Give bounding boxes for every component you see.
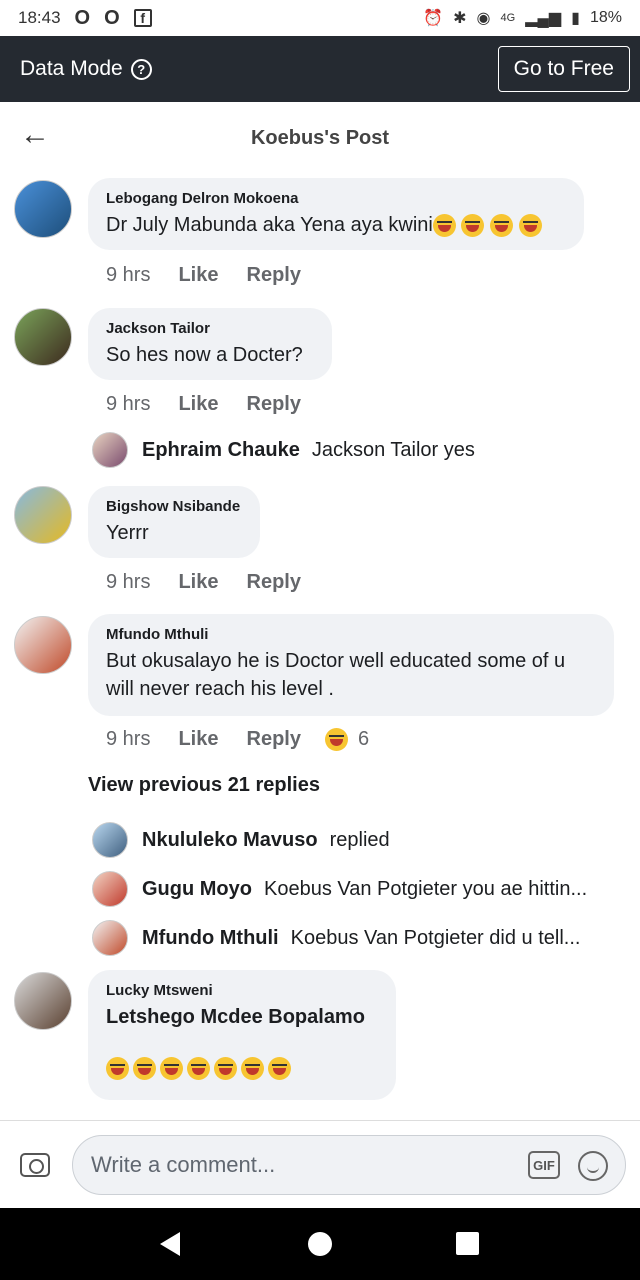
- smile-emoji-icon: [214, 1057, 237, 1080]
- like-button[interactable]: Like: [178, 728, 218, 751]
- reply-button[interactable]: Reply: [247, 393, 301, 416]
- comment-time: 9 hrs: [106, 728, 151, 750]
- alarm-icon: ⏰: [423, 10, 444, 27]
- reply-preview[interactable]: Nkululeko Mavuso replied: [92, 822, 390, 858]
- reply-preview[interactable]: Ephraim Chauke Jackson Tailor yes: [92, 432, 475, 468]
- comment-bubble[interactable]: Bigshow Nsibande Yerrr: [88, 486, 260, 558]
- reaction-summary[interactable]: 6: [324, 728, 370, 751]
- comment-actions: 9 hrs Like Reply: [106, 264, 301, 287]
- reply-text: Koebus Van Potgieter did u tell...: [290, 926, 581, 949]
- reply-preview[interactable]: Gugu Moyo Koebus Van Potgieter you ae hi…: [92, 871, 587, 907]
- reply-button[interactable]: Reply: [247, 264, 301, 287]
- like-button[interactable]: Like: [178, 264, 218, 287]
- nav-recents-icon[interactable]: [456, 1232, 479, 1255]
- joy-emoji-icon: [241, 1057, 264, 1080]
- gif-button[interactable]: GIF: [528, 1151, 560, 1179]
- joy-emoji-icon: [106, 1057, 129, 1080]
- battery-icon: ▮: [571, 10, 580, 27]
- status-bar: 18:43 O O f ⏰ ✱ ◉ 4G ▂▄▆ ▮ 18%: [0, 0, 640, 36]
- comment-time: 9 hrs: [106, 571, 151, 593]
- joy-emoji-icon: [518, 214, 542, 238]
- opera-o-icon: O: [74, 6, 91, 29]
- camera-icon[interactable]: [20, 1153, 50, 1177]
- comment-text: But okusalayo he is Doctor well educated…: [106, 650, 566, 700]
- nav-home-icon[interactable]: [308, 1232, 332, 1256]
- help-icon[interactable]: ?: [130, 58, 152, 80]
- rofl-emoji-icon: [160, 1057, 183, 1080]
- reply-preview[interactable]: Mfundo Mthuli Koebus Van Potgieter did u…: [92, 920, 580, 956]
- comment-author[interactable]: Lucky Mtsweni: [106, 982, 378, 999]
- avatar[interactable]: [14, 972, 72, 1030]
- data-mode-label: Data Mode: [20, 57, 123, 80]
- comment-author[interactable]: Lebogang Delron Mokoena: [106, 190, 566, 207]
- view-previous-replies-link[interactable]: View previous 21 replies: [88, 774, 320, 797]
- back-arrow-icon[interactable]: ←: [20, 118, 50, 152]
- bluetooth-icon: ✱: [453, 10, 467, 27]
- avatar[interactable]: [14, 616, 72, 674]
- reply-text: Koebus Van Potgieter you ae hittin...: [263, 877, 588, 900]
- reply-text: Jackson Tailor yes: [311, 438, 475, 461]
- comment-text: Dr July Mabunda aka Yena aya kwini: [106, 211, 566, 239]
- joy-emoji-icon: [133, 1057, 156, 1080]
- joy-emoji-icon: [268, 1057, 291, 1080]
- comment-composer: Write a comment... GIF: [0, 1120, 640, 1208]
- emoji-icon[interactable]: [578, 1151, 608, 1181]
- joy-emoji-icon: [490, 214, 513, 238]
- reply-author[interactable]: Ephraim Chauke: [142, 439, 300, 462]
- reply-button[interactable]: Reply: [247, 728, 301, 751]
- facebook-icon: f: [133, 9, 152, 27]
- comment-actions: 9 hrs Like Reply: [106, 571, 301, 594]
- comment-actions: 9 hrs Like Reply 6: [106, 728, 369, 751]
- comment-bubble[interactable]: Lucky Mtsweni Letshego Mcdee Bopalamo: [88, 970, 396, 1100]
- avatar[interactable]: [92, 822, 128, 858]
- avatar[interactable]: [92, 920, 128, 956]
- haha-reaction-icon: [324, 728, 348, 751]
- data-mode-bar: Data Mode ? Go to Free: [0, 36, 640, 102]
- emoji-row: [106, 1057, 378, 1080]
- like-button[interactable]: Like: [178, 571, 218, 594]
- comment-time: 9 hrs: [106, 393, 151, 415]
- rofl-emoji-icon: [187, 1057, 210, 1080]
- reply-author[interactable]: Gugu Moyo: [142, 878, 252, 901]
- network-type: 4G: [500, 12, 516, 24]
- nav-back-icon[interactable]: [160, 1232, 180, 1256]
- reaction-count: 6: [357, 728, 370, 750]
- page-title: Koebus's Post: [250, 126, 390, 149]
- hotspot-icon: ◉: [476, 10, 491, 27]
- joy-emoji-icon: [461, 214, 485, 238]
- comment-actions: 9 hrs Like Reply: [106, 393, 301, 416]
- reply-button[interactable]: Reply: [247, 571, 301, 594]
- comments-feed[interactable]: Lebogang Delron Mokoena Dr July Mabunda …: [0, 174, 640, 1120]
- reply-author[interactable]: Nkululeko Mavuso: [142, 829, 318, 852]
- comment-time: 9 hrs: [106, 264, 151, 286]
- comment-author[interactable]: Jackson Tailor: [106, 320, 314, 337]
- comment-text: So hes now a Docter?: [106, 344, 303, 366]
- post-header: ← Koebus's Post: [0, 102, 640, 174]
- comment-text: Yerrr: [106, 522, 149, 544]
- avatar[interactable]: [14, 180, 72, 238]
- android-nav-bar: [0, 1208, 640, 1280]
- signal-icon: ▂▄▆: [525, 10, 562, 27]
- comment-bubble[interactable]: Mfundo Mthuli But okusalayo he is Doctor…: [88, 614, 614, 716]
- avatar[interactable]: [14, 486, 72, 544]
- rofl-emoji-icon: [432, 214, 456, 238]
- avatar[interactable]: [92, 432, 128, 468]
- comment-author[interactable]: Mfundo Mthuli: [106, 626, 596, 643]
- comment-text: Letshego Mcdee Bopalamo: [106, 1006, 365, 1028]
- reply-author[interactable]: Mfundo Mthuli: [142, 927, 279, 950]
- go-to-free-button[interactable]: Go to Free: [497, 46, 630, 92]
- battery-percent: 18%: [589, 9, 622, 26]
- comment-author[interactable]: Bigshow Nsibande: [106, 498, 242, 515]
- status-time: 18:43: [18, 8, 61, 27]
- reply-text: replied: [329, 828, 390, 851]
- avatar[interactable]: [92, 871, 128, 907]
- comment-text-content: Dr July Mabunda aka Yena aya kwini: [106, 214, 433, 236]
- comment-bubble[interactable]: Lebogang Delron Mokoena Dr July Mabunda …: [88, 178, 584, 250]
- avatar[interactable]: [14, 308, 72, 366]
- opera-o-icon: O: [104, 6, 120, 29]
- like-button[interactable]: Like: [178, 393, 218, 416]
- comment-bubble[interactable]: Jackson Tailor So hes now a Docter?: [88, 308, 332, 380]
